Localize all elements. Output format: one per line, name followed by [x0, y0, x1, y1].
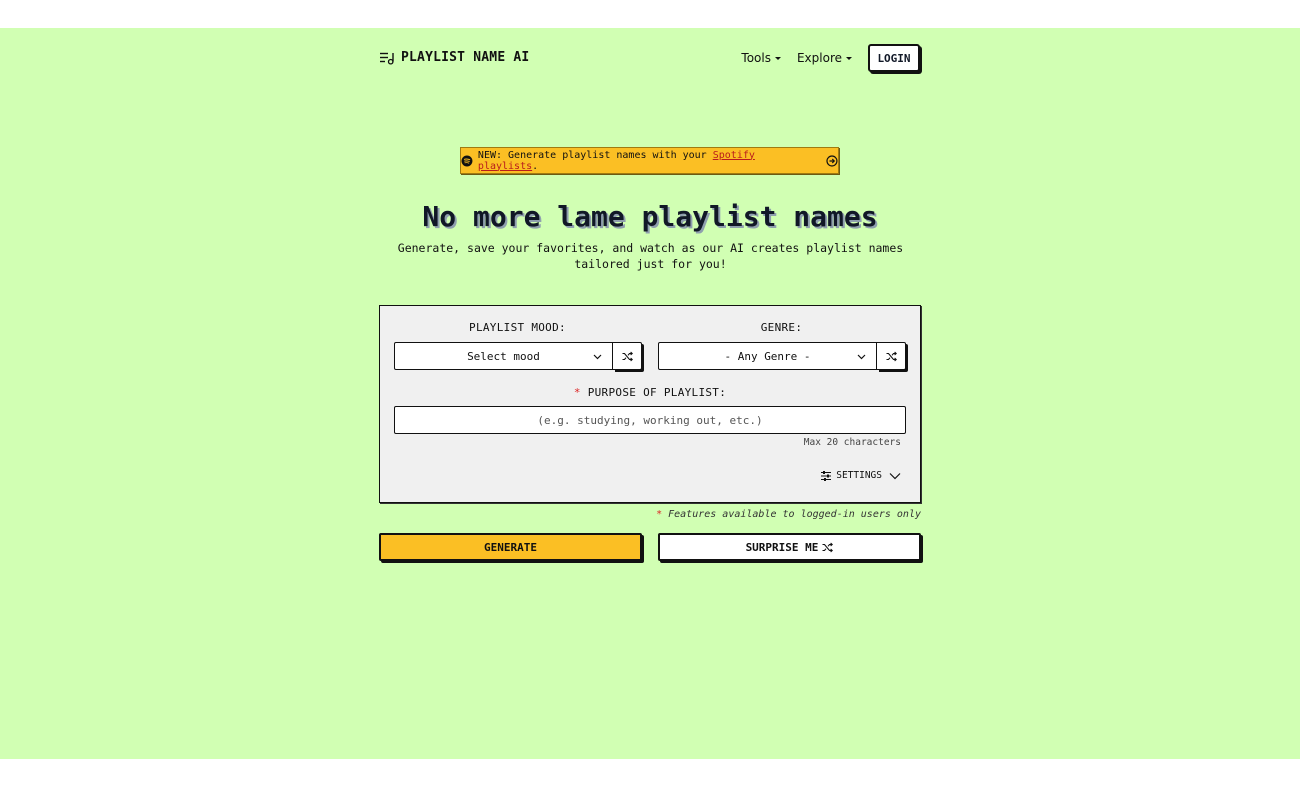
nav-explore-label: Explore: [796, 51, 842, 65]
purpose-label: * PURPOSE OF PLAYLIST:: [394, 386, 906, 399]
note-text: Features available to logged-in users on…: [668, 509, 921, 520]
header: PLAYLIST NAME AI Tools Explore LOGIN: [380, 44, 921, 72]
purpose-hint: Max 20 characters: [803, 437, 901, 448]
surprise-button-label: SURPRISE ME: [745, 540, 819, 554]
mood-label: PLAYLIST MOOD:: [469, 321, 566, 334]
settings-toggle[interactable]: SETTINGS: [821, 470, 901, 481]
shuffle-icon: [886, 351, 897, 361]
generate-button[interactable]: GENERATE: [379, 533, 642, 561]
generator-form: PLAYLIST MOOD: Select mood GENRE: - Any …: [379, 305, 921, 503]
login-note: * Features available to logged-in users …: [656, 509, 921, 520]
logo[interactable]: PLAYLIST NAME AI: [380, 50, 529, 65]
genre-label: GENRE:: [760, 321, 803, 334]
caret-down-icon: [774, 56, 781, 60]
nav-explore[interactable]: Explore: [797, 51, 852, 65]
spotify-icon: [461, 155, 473, 166]
nav-tools-label: Tools: [741, 51, 771, 65]
banner-text: NEW: Generate playlist names with your S…: [478, 150, 819, 172]
page-title: No more lame playlist names: [422, 200, 878, 233]
page-subtitle: Generate, save your favorites, and watch…: [397, 241, 904, 271]
genre-field: - Any Genre -: [658, 342, 906, 370]
shuffle-icon: [822, 542, 834, 552]
nav: Tools Explore LOGIN: [741, 44, 921, 72]
genre-select-value: - Any Genre -: [724, 349, 811, 363]
logo-text: PLAYLIST NAME AI: [401, 50, 530, 65]
generate-button-label: GENERATE: [484, 540, 537, 554]
purpose-input[interactable]: [394, 406, 906, 434]
mood-select-value: Select mood: [467, 349, 540, 363]
required-asterisk: *: [573, 386, 581, 399]
settings-label: SETTINGS: [836, 470, 882, 481]
note-asterisk: *: [656, 509, 663, 520]
purpose-label-text: PURPOSE OF PLAYLIST:: [587, 386, 727, 399]
sliders-icon: [821, 470, 832, 481]
banner-prefix: NEW: Generate playlist names with your: [477, 149, 713, 161]
playlist-icon: [380, 52, 394, 65]
chevron-down-icon: [857, 354, 866, 360]
banner-suffix: .: [532, 160, 539, 172]
nav-tools[interactable]: Tools: [741, 51, 781, 65]
mood-field: Select mood: [394, 342, 642, 370]
arrow-right-circle-icon[interactable]: [826, 154, 838, 167]
mood-shuffle-button[interactable]: [613, 342, 642, 370]
mood-select[interactable]: Select mood: [394, 342, 613, 370]
genre-select[interactable]: - Any Genre -: [658, 342, 877, 370]
shuffle-icon: [622, 351, 633, 361]
login-button[interactable]: LOGIN: [868, 44, 920, 72]
announcement-banner: NEW: Generate playlist names with your S…: [460, 147, 839, 174]
chevron-down-icon: [593, 354, 602, 360]
caret-down-icon: [846, 56, 852, 60]
genre-shuffle-button[interactable]: [877, 342, 906, 370]
chevron-down-icon: [889, 472, 901, 479]
surprise-me-button[interactable]: SURPRISE ME: [658, 533, 921, 561]
